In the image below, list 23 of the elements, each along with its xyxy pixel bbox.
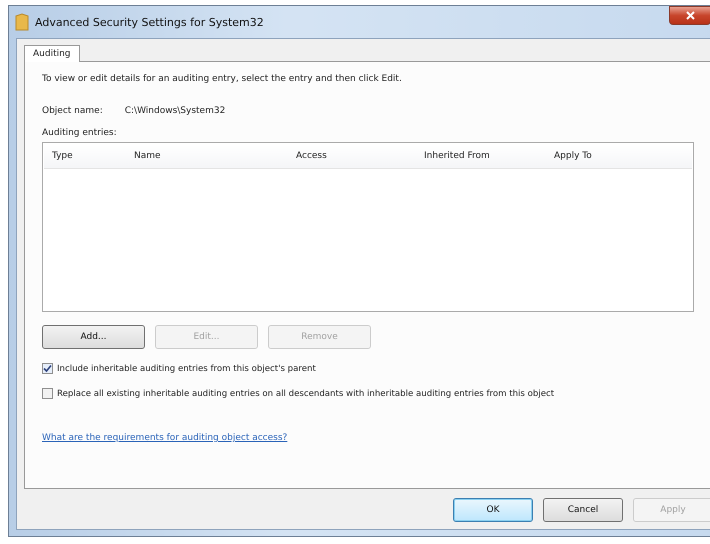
column-header[interactable]: Access <box>296 151 424 161</box>
window-title: Advanced Security Settings for System32 <box>35 16 264 28</box>
object-name-label: Object name: <box>42 106 103 116</box>
column-header[interactable]: Type <box>52 151 134 161</box>
column-header[interactable]: Apply To <box>554 151 692 161</box>
dialog-button[interactable]: Cancel <box>543 498 623 522</box>
close-button[interactable] <box>669 6 710 25</box>
object-name-value: C:\Windows\System32 <box>124 106 226 116</box>
close-icon <box>686 11 694 20</box>
column-header[interactable]: Name <box>134 151 296 161</box>
column-header[interactable]: Inherited From <box>424 151 554 161</box>
auditing-entries-label: Auditing entries: <box>42 128 118 138</box>
entry-button[interactable]: Add... <box>42 325 145 349</box>
auditing-entries-list[interactable]: Type Name Access Inherited From Apply To <box>42 142 694 312</box>
checkbox[interactable] <box>42 363 53 374</box>
instruction-text: To view or edit details for an auditing entry, select the entry and then click Edit. <box>42 74 403 84</box>
folder-icon <box>15 13 29 31</box>
tab[interactable]: Auditing <box>24 45 80 62</box>
checkbox-label: Replace all existing inheritable auditing entries on all descendants with inheritable auditing entries from this object <box>57 388 554 398</box>
dialog-button[interactable]: OK <box>453 498 533 522</box>
checkbox[interactable] <box>42 388 53 399</box>
checkbox-label: Include inheritable auditing entries from this object's parent <box>57 364 316 374</box>
help-link[interactable]: What are the requirements for auditing object access? <box>42 433 288 443</box>
